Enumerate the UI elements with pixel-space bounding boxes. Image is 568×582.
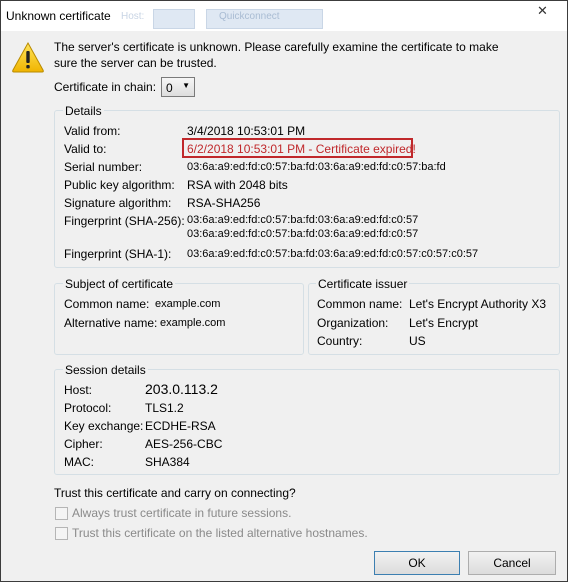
expired-highlight: 6/2/2018 10:53:01 PM - Certificate expir… — [182, 138, 416, 158]
issuer-cn-value: Let's Encrypt Authority X3 — [409, 297, 547, 311]
details-title: Details — [63, 104, 104, 118]
valid-to-label: Valid to: — [64, 142, 107, 156]
kex-label: Key exchange: — [64, 419, 144, 433]
trust-alt-hostnames-checkbox[interactable] — [55, 527, 68, 540]
cipher-value: AES-256-CBC — [145, 437, 223, 451]
trust-question: Trust this certificate and carry on conn… — [54, 486, 296, 500]
ok-button-label: OK — [408, 556, 426, 570]
cipher-label: Cipher: — [64, 437, 103, 451]
valid-from-value: 3/4/2018 10:53:01 PM — [187, 124, 306, 138]
issuer-cn-label: Common name: — [317, 297, 403, 311]
issuer-country-value: US — [409, 334, 426, 348]
fp256-value-line1: 03:6a:a9:ed:fd:c0:57:ba:fd:03:6a:a9:ed:f… — [187, 214, 419, 226]
serial-label: Serial number: — [64, 160, 143, 174]
fp1-value: 03:6a:a9:ed:fd:c0:57:ba:fd:03:6a:a9:ed:f… — [187, 248, 479, 260]
background-host-field — [153, 9, 195, 29]
cancel-button[interactable]: Cancel — [468, 551, 556, 575]
close-button[interactable]: ✕ — [520, 1, 565, 21]
session-title: Session details — [63, 363, 148, 377]
sigalg-value: RSA-SHA256 — [187, 196, 261, 210]
issuer-title: Certificate issuer — [316, 277, 410, 291]
subject-alt-label: Alternative name: — [64, 316, 158, 330]
subject-cn-value: example.com — [155, 298, 221, 310]
subject-title: Subject of certificate — [63, 277, 176, 291]
host-label: Host: — [64, 383, 93, 397]
sigalg-label: Signature algorithm: — [64, 196, 172, 210]
kex-value: ECDHE-RSA — [145, 419, 216, 433]
background-host-label: Host: — [121, 11, 145, 22]
protocol-value: TLS1.2 — [145, 401, 184, 415]
fp1-label: Fingerprint (SHA-1): — [64, 247, 172, 261]
valid-to-value: 6/2/2018 10:53:01 PM - Certificate expir… — [187, 142, 416, 156]
pubkey-value: RSA with 2048 bits — [187, 178, 288, 192]
subject-alt-value: example.com — [160, 317, 226, 329]
always-trust-label: Always trust certificate in future sessi… — [72, 506, 292, 520]
title-bar: Unknown certificate Host: Quickconnect ✕ — [1, 1, 567, 31]
window-title: Unknown certificate — [6, 9, 111, 23]
valid-from-label: Valid from: — [64, 124, 121, 138]
warning-icon — [12, 41, 44, 73]
close-icon: ✕ — [537, 3, 548, 18]
issuer-country-label: Country: — [317, 334, 363, 348]
chain-select[interactable]: 0 ▼ — [161, 77, 195, 97]
always-trust-checkbox[interactable] — [55, 507, 68, 520]
serial-value: 03:6a:a9:ed:fd:c0:57:ba:fd:03:6a:a9:ed:f… — [187, 161, 446, 173]
pubkey-label: Public key algorithm: — [64, 178, 175, 192]
warning-message: The server's certificate is unknown. Ple… — [54, 40, 499, 70]
host-value: 203.0.113.2 — [145, 381, 218, 397]
chain-label: Certificate in chain: — [54, 80, 157, 94]
fp256-label: Fingerprint (SHA-256): — [64, 214, 185, 228]
protocol-label: Protocol: — [64, 401, 112, 415]
mac-value: SHA384 — [145, 455, 190, 469]
subject-cn-label: Common name: — [64, 297, 150, 311]
fp256-value-line2: 03:6a:a9:ed:fd:c0:57:ba:fd:03:6a:a9:ed:f… — [187, 228, 419, 240]
issuer-org-label: Organization: — [317, 316, 389, 330]
issuer-org-value: Let's Encrypt — [409, 316, 478, 330]
chevron-down-icon: ▼ — [182, 81, 190, 90]
ok-button[interactable]: OK — [374, 551, 460, 575]
background-quickconnect-label: Quickconnect — [219, 11, 280, 22]
certificate-dialog: Unknown certificate Host: Quickconnect ✕… — [0, 0, 568, 582]
mac-label: MAC: — [64, 455, 94, 469]
chain-select-value: 0 — [166, 81, 173, 95]
cancel-button-label: Cancel — [493, 556, 531, 570]
trust-alt-hostnames-label: Trust this certificate on the listed alt… — [72, 526, 368, 540]
